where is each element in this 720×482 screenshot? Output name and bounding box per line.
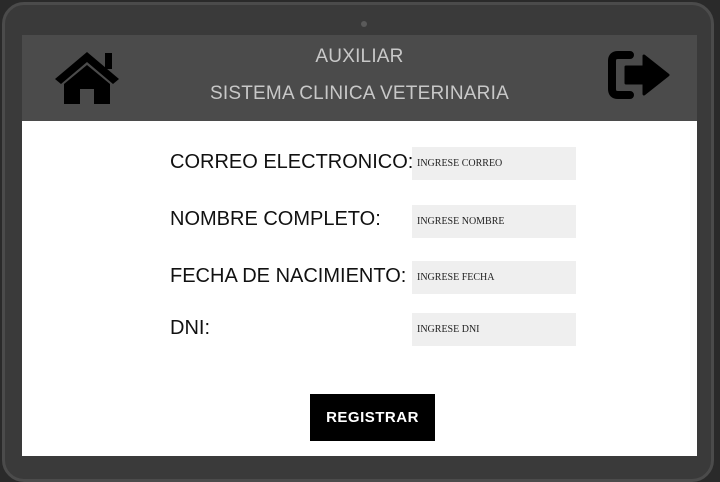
birthdate-label: FECHA DE NACIMIENTO: xyxy=(170,265,407,287)
register-button[interactable]: REGISTRAR xyxy=(310,394,435,441)
name-label: NOMBRE COMPLETO: xyxy=(170,208,381,230)
name-field[interactable] xyxy=(412,205,576,238)
logout-icon[interactable] xyxy=(608,49,672,101)
system-title: SISTEMA CLINICA VETERINARIA xyxy=(210,83,509,104)
dni-field[interactable] xyxy=(412,313,576,346)
camera-dot xyxy=(361,21,367,27)
email-label: CORREO ELECTRONICO: xyxy=(170,151,414,173)
dni-label: DNI: xyxy=(170,317,210,339)
role-title: AUXILIAR xyxy=(315,46,404,67)
birthdate-field[interactable] xyxy=(412,261,576,294)
header-bar: AUXILIAR SISTEMA CLINICA VETERINARIA xyxy=(22,35,697,121)
app-screen: AUXILIAR SISTEMA CLINICA VETERINARIA COR… xyxy=(22,35,697,456)
email-field[interactable] xyxy=(412,147,576,180)
